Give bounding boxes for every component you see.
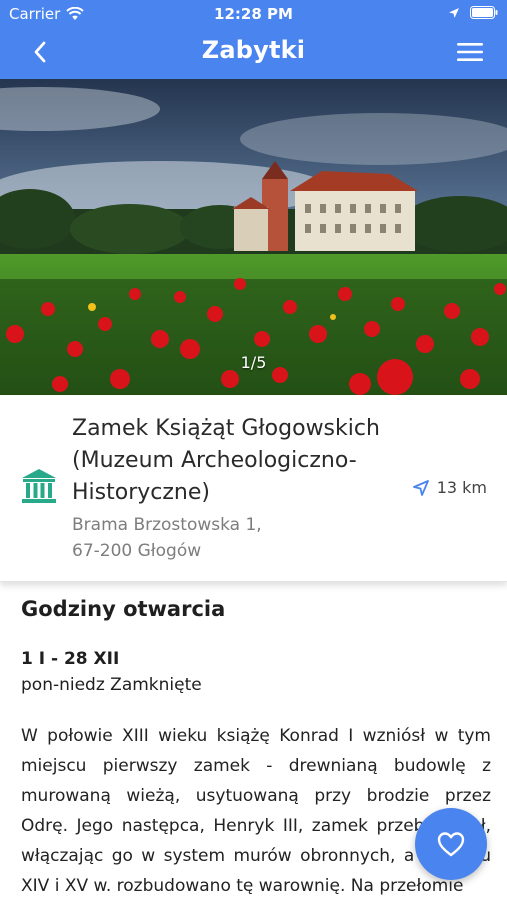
gallery-counter: 1/5 [240,353,267,372]
opening-hours-heading: Godziny otwarcia [21,597,226,621]
page-title: Zabytki [201,36,306,64]
heart-icon [437,832,465,857]
status-right [448,6,498,19]
place-card: Zamek Książąt Głogowskich (Muzeum Archeo… [0,395,507,582]
navigation-arrow-icon [412,479,429,496]
description-text: W połowie XIII wieku książę Konrad I wzn… [21,726,491,896]
opening-hours-days: pon-niedz Zamknięte [21,675,202,695]
address-line-1: Brama Brzostowska 1, [72,515,262,535]
top-bar: Carrier 12:28 PM Zabytki [0,0,507,79]
photo-gallery[interactable]: 1/5 [0,79,507,395]
building-icon [22,469,56,503]
place-address: Brama Brzostowska 1, 67-200 Głogów [72,512,372,564]
distance-label: 13 km [436,478,487,497]
castle-photo [0,79,507,395]
place-name: Zamek Książąt Głogowskich (Muzeum Archeo… [72,416,380,505]
opening-hours-range: 1 I - 28 XII [21,649,120,669]
nav-bar: Zabytki [0,28,507,79]
battery-icon [470,6,498,19]
address-line-2: 67-200 Głogów [72,541,202,561]
status-time: 12:28 PM [214,5,293,23]
status-bar: Carrier 12:28 PM [0,0,507,28]
location-arrow-icon [449,7,459,18]
menu-icon[interactable] [457,42,483,62]
distance[interactable]: 13 km [412,478,487,497]
favorite-button[interactable] [415,808,487,880]
